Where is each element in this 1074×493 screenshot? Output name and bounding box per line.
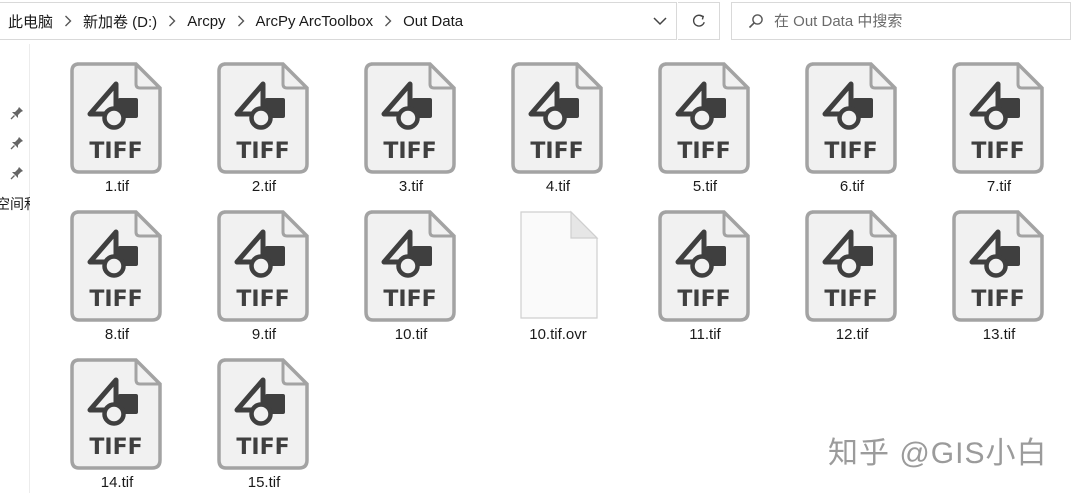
file-item[interactable]: TIFF 6.tif [779,62,919,202]
file-name-label: 7.tif [986,178,1012,195]
tiff-file-icon: TIFF [217,210,309,322]
file-name-label: 13.tif [982,326,1016,343]
tiff-file-icon: TIFF [511,62,603,174]
chevron-down-icon[interactable] [652,13,668,29]
file-name-label: 4.tif [545,178,571,195]
file-item[interactable]: TIFF 2.tif [191,62,331,202]
file-name-label: 3.tif [398,178,424,195]
file-name-label: 12.tif [835,326,869,343]
tiff-file-icon: TIFF [70,358,162,470]
pin-icon[interactable] [10,136,24,150]
file-name-label: 6.tif [839,178,865,195]
file-type-badge: TIFF [383,287,436,312]
file-item[interactable]: TIFF 11.tif [632,210,772,350]
pin-icon[interactable] [10,106,24,120]
file-type-badge: TIFF [824,287,877,312]
file-type-badge: TIFF [677,139,730,164]
file-item[interactable]: TIFF 15.tif [191,358,331,493]
file-item[interactable]: TIFF 4.tif [485,62,625,202]
file-item[interactable]: TIFF 5.tif [632,62,772,202]
chevron-right-icon[interactable] [159,15,185,27]
breadcrumb-item-out-data[interactable]: Out Data [401,13,465,30]
file-item[interactable]: TIFF 14.tif [44,358,184,493]
file-name-label: 10.tif [394,326,428,343]
generic-file-icon [520,210,599,319]
file-name-label: 15.tif [247,474,281,491]
tiff-file-icon: TIFF [217,358,309,470]
file-type-badge: TIFF [677,287,730,312]
refresh-icon [692,14,705,27]
pin-icon[interactable] [10,166,24,180]
file-type-badge: TIFF [383,139,436,164]
file-item[interactable]: TIFF 8.tif [44,210,184,350]
file-name-label: 8.tif [104,326,130,343]
file-name-label: 9.tif [251,326,277,343]
tiff-file-icon: TIFF [364,210,456,322]
breadcrumb-item-arcpy-arctoolbox[interactable]: ArcPy ArcToolbox [254,13,376,30]
file-type-badge: TIFF [971,287,1024,312]
file-item[interactable]: TIFF 7.tif [926,62,1066,202]
file-name-label: 11.tif [689,326,721,343]
chevron-right-icon[interactable] [55,15,81,27]
tiff-file-icon: TIFF [952,210,1044,322]
breadcrumb-item-arcpy[interactable]: Arcpy [185,13,227,30]
tiff-file-icon: TIFF [658,210,750,322]
search-input[interactable] [774,12,1054,30]
breadcrumb-item-this-pc[interactable]: 此电脑 [6,11,55,32]
tiff-file-icon: TIFF [658,62,750,174]
file-name-label: 1.tif [104,178,130,195]
file-type-badge: TIFF [236,139,289,164]
search-icon [748,14,763,29]
chevron-right-icon[interactable] [375,15,401,27]
file-type-badge: TIFF [236,287,289,312]
refresh-button[interactable] [678,2,720,40]
chevron-right-icon[interactable] [228,15,254,27]
file-type-badge: TIFF [89,435,142,460]
file-item[interactable]: 10.tif.ovr [485,210,625,350]
address-toolbar: 此电脑 新加卷 (D:) Arcpy ArcPy ArcToolbox Out … [0,0,1074,42]
file-name-label: 2.tif [251,178,277,195]
breadcrumb-item-drive-d[interactable]: 新加卷 (D:) [81,11,159,32]
tiff-file-icon: TIFF [70,210,162,322]
breadcrumb: 此电脑 新加卷 (D:) Arcpy ArcPy ArcToolbox Out … [6,3,465,39]
file-item[interactable]: TIFF 12.tif [779,210,919,350]
file-name-label: 14.tif [100,474,134,491]
file-name-label: 5.tif [692,178,718,195]
file-item[interactable]: TIFF 9.tif [191,210,331,350]
file-type-badge: TIFF [89,287,142,312]
file-type-badge: TIFF [530,139,583,164]
file-item[interactable]: TIFF 1.tif [44,62,184,202]
file-type-badge: TIFF [236,435,289,460]
tiff-file-icon: TIFF [952,62,1044,174]
navigation-pane: 空间和 [0,44,30,493]
file-item[interactable]: TIFF 10.tif [338,210,478,350]
file-item[interactable]: TIFF 3.tif [338,62,478,202]
tiff-file-icon: TIFF [217,62,309,174]
search-box[interactable] [731,2,1071,40]
watermark: 知乎 @GIS小白 [828,437,1048,470]
file-type-badge: TIFF [89,139,142,164]
file-type-badge: TIFF [971,139,1024,164]
tiff-file-icon: TIFF [805,210,897,322]
file-type-badge: TIFF [824,139,877,164]
nav-item-label[interactable]: 空间和 [0,194,30,214]
tiff-file-icon: TIFF [805,62,897,174]
tiff-file-icon: TIFF [364,62,456,174]
tiff-file-icon: TIFF [70,62,162,174]
file-name-label: 10.tif.ovr [529,326,587,343]
address-bar[interactable]: 此电脑 新加卷 (D:) Arcpy ArcPy ArcToolbox Out … [0,2,677,40]
file-item[interactable]: TIFF 13.tif [926,210,1066,350]
